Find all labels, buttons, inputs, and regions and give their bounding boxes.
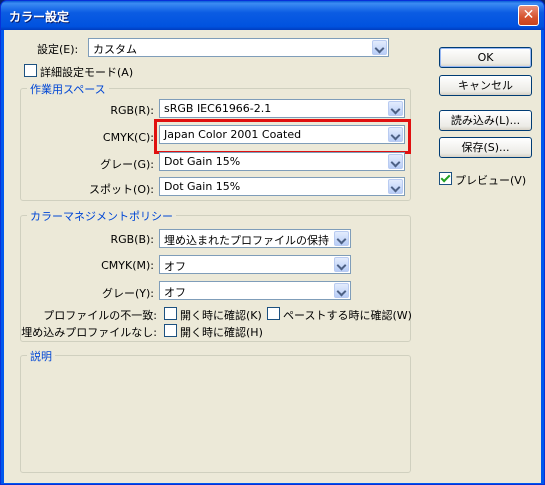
ws-spot-select[interactable]: Dot Gain 15% — [159, 177, 405, 196]
advanced-mode-label: 詳細設定モード(A) — [40, 66, 134, 79]
cm-rgb-select[interactable]: 埋め込まれたプロファイルの保持 — [159, 229, 351, 248]
dialog-title: カラー設定 — [9, 10, 70, 24]
ws-rgb-label: RGB(R): — [110, 104, 154, 117]
cm-cmyk-value: オフ — [164, 260, 186, 273]
mismatch-label: プロファイルの不一致: — [43, 309, 157, 322]
mismatch-open-label: 開く時に確認(K) — [180, 309, 262, 322]
dialog-body: 設定(E): カスタム 詳細設定モード(A) 作業用スペース RGB(R): s… — [4, 30, 541, 483]
mismatch-open-checkbox[interactable] — [164, 307, 177, 320]
chevron-down-icon[interactable] — [334, 257, 349, 272]
working-spaces-legend: 作業用スペース — [27, 81, 109, 97]
cm-cmyk-label: CMYK(M): — [101, 259, 154, 272]
cm-gray-label: グレー(Y): — [101, 287, 154, 300]
mismatch-paste-checkbox[interactable] — [267, 307, 280, 320]
close-button[interactable]: ✕ — [518, 5, 539, 26]
advanced-mode-checkbox[interactable] — [24, 64, 37, 77]
missing-profile-label: 埋め込みプロファイルなし: — [21, 326, 157, 339]
ws-spot-value: Dot Gain 15% — [164, 180, 241, 193]
close-icon: ✕ — [522, 7, 535, 23]
cm-gray-value: オフ — [164, 286, 186, 299]
missing-open-checkbox[interactable] — [164, 324, 177, 337]
preview-checkbox[interactable] — [439, 172, 452, 185]
description-legend: 説明 — [27, 348, 55, 364]
ws-gray-label: グレー(G): — [100, 158, 154, 171]
mismatch-paste-label: ペーストする時に確認(W) — [283, 309, 412, 322]
ws-rgb-value: sRGB IEC61966-2.1 — [164, 102, 272, 115]
chevron-down-icon[interactable] — [388, 154, 403, 169]
chevron-down-icon[interactable] — [372, 40, 387, 55]
ws-cmyk-value: Japan Color 2001 Coated — [164, 128, 302, 141]
missing-open-label: 開く時に確認(H) — [180, 326, 263, 339]
ws-cmyk-label: CMYK(C): — [102, 131, 154, 144]
ws-rgb-select[interactable]: sRGB IEC61966-2.1 — [159, 99, 405, 118]
settings-value: カスタム — [93, 43, 137, 56]
chevron-down-icon[interactable] — [388, 101, 403, 116]
ws-cmyk-select[interactable]: Japan Color 2001 Coated — [159, 125, 405, 144]
cm-rgb-value: 埋め込まれたプロファイルの保持 — [164, 234, 329, 247]
preview-label: プレビュー(V) — [455, 174, 527, 187]
chevron-down-icon[interactable] — [334, 283, 349, 298]
chevron-down-icon[interactable] — [388, 127, 403, 142]
settings-label: 設定(E): — [37, 43, 79, 56]
color-management-legend: カラーマネジメントポリシー — [27, 208, 176, 224]
cm-rgb-label: RGB(B): — [110, 233, 154, 246]
color-settings-dialog: カラー設定 ✕ 設定(E): カスタム 詳細設定モード(A) 作業用スペース R… — [0, 0, 545, 485]
settings-select[interactable]: カスタム — [88, 38, 389, 57]
ok-button[interactable]: OK — [439, 47, 532, 68]
cm-cmyk-select[interactable]: オフ — [159, 255, 351, 274]
load-button[interactable]: 読み込み(L)... — [439, 110, 532, 131]
save-button[interactable]: 保存(S)... — [439, 137, 532, 158]
ws-gray-value: Dot Gain 15% — [164, 155, 241, 168]
cancel-button[interactable]: キャンセル — [439, 75, 532, 96]
description-group: 説明 — [20, 348, 411, 473]
ws-spot-label: スポット(O): — [89, 183, 154, 196]
chevron-down-icon[interactable] — [388, 179, 403, 194]
cm-gray-select[interactable]: オフ — [159, 281, 351, 300]
title-bar[interactable]: カラー設定 ✕ — [1, 1, 544, 30]
chevron-down-icon[interactable] — [334, 231, 349, 246]
ws-gray-select[interactable]: Dot Gain 15% — [159, 152, 405, 171]
